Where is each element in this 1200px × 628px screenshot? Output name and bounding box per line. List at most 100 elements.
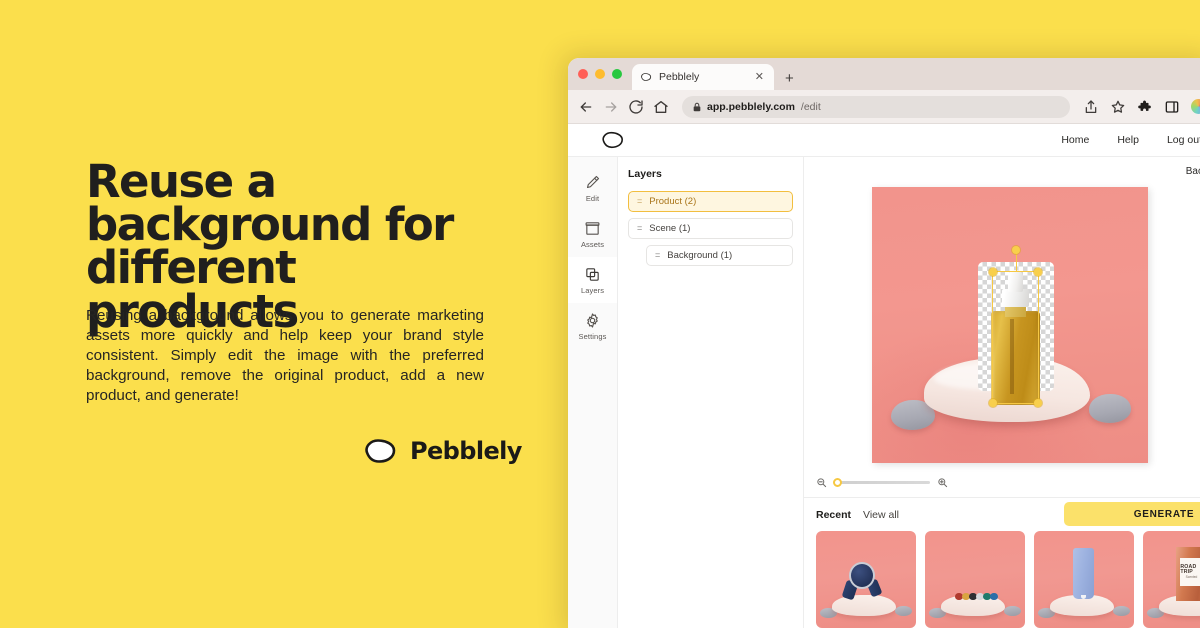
resize-handle-bottom-right[interactable] (1033, 398, 1042, 407)
rock-podium (832, 595, 896, 617)
app-body: Edit Assets Layers Settings Layers = Pro… (568, 157, 1200, 628)
resize-handle-top-left[interactable] (989, 268, 998, 277)
layer-label-product: Product (2) (649, 196, 697, 207)
pebble-right (1088, 394, 1132, 423)
view-all-link[interactable]: View all (863, 509, 899, 521)
cosmetic-tube (1073, 548, 1094, 599)
scene-image (872, 187, 1148, 463)
arrow-back-icon[interactable] (578, 99, 594, 115)
minimize-window-button[interactable] (595, 69, 605, 79)
pebble-logo-icon[interactable] (600, 131, 625, 149)
sidebar-item-settings-label: Settings (578, 331, 607, 341)
zoom-slider-thumb[interactable] (833, 478, 842, 487)
sidebar-item-edit[interactable]: Edit (568, 165, 617, 211)
resize-handle-bottom-left[interactable] (989, 398, 998, 407)
nav-home[interactable]: Home (1061, 134, 1089, 146)
gear-icon (587, 312, 598, 328)
drag-handle-icon[interactable]: = (655, 251, 660, 260)
zoom-in-icon[interactable] (937, 477, 948, 488)
app-nav: Home Help Log out (1061, 134, 1200, 146)
sidebar-item-settings[interactable]: Settings (568, 303, 617, 349)
tab-title: Pebblely (659, 71, 700, 83)
bracelet-bead (990, 593, 998, 601)
tube-cap (1080, 595, 1086, 599)
new-tab-button[interactable]: + (785, 71, 794, 86)
pebble-right (1004, 605, 1021, 617)
window-controls[interactable] (578, 58, 632, 90)
address-bar[interactable]: app.pebblely.com/edit (682, 95, 1070, 118)
box-label-subtitle: Scented (1185, 575, 1198, 580)
arrow-forward-icon[interactable] (603, 99, 619, 115)
selection-bounding-box[interactable] (989, 246, 1042, 407)
brand-lockup: Pebblely (362, 437, 522, 465)
marketing-body-text: Reusing a background allows you to gener… (86, 307, 484, 404)
layer-row-background[interactable]: = Background (1) (646, 245, 793, 266)
home-icon[interactable] (653, 99, 669, 115)
side-panel-icon[interactable] (1164, 99, 1180, 115)
browser-tab-strip: Pebblely ✕ + (568, 58, 1200, 90)
app-header: Home Help Log out (568, 124, 1200, 157)
pebble-right (1113, 605, 1130, 617)
layers-icon (586, 267, 599, 281)
zoom-slider-group[interactable] (816, 477, 948, 488)
headline-line-1: Reuse a (86, 155, 277, 208)
drag-handle-icon[interactable]: = (637, 224, 642, 233)
layers-panel-title: Layers (628, 168, 662, 180)
share-icon[interactable] (1083, 99, 1099, 115)
pebble-favicon-icon (641, 73, 652, 81)
product-box: ROAD TRIP Scented (1176, 546, 1200, 601)
nav-help[interactable]: Help (1117, 134, 1139, 146)
thumbnail-watch[interactable] (816, 531, 916, 628)
layer-label-scene: Scene (1) (649, 223, 691, 234)
close-window-button[interactable] (578, 69, 588, 79)
url-path: /edit (800, 100, 821, 113)
drag-handle-icon[interactable]: = (637, 197, 642, 206)
rotate-handle[interactable] (1011, 246, 1020, 255)
thumbnail-bracelet[interactable] (925, 531, 1025, 628)
url-host: app.pebblely.com (707, 100, 795, 113)
pebble-right (895, 605, 912, 617)
layers-panel: Layers = Product (2) = Scene (1) = Backg… (618, 157, 804, 628)
box-label-title: ROAD TRIP (1180, 563, 1197, 575)
layer-label-background: Background (1) (667, 250, 733, 261)
generate-button[interactable]: GENERATE (1064, 502, 1200, 526)
box-label: ROAD TRIP Scented (1180, 558, 1200, 586)
maximize-window-button[interactable] (612, 69, 622, 79)
canvas-area[interactable]: Back (804, 157, 1200, 498)
thumbnail-box[interactable]: ROAD TRIP Scented (1143, 531, 1200, 628)
recent-label: Recent (816, 508, 852, 521)
tool-rail: Edit Assets Layers Settings (568, 157, 618, 628)
back-link[interactable]: Back (1186, 166, 1200, 177)
close-icon[interactable]: ✕ (753, 70, 766, 85)
canvas-stage[interactable] (872, 187, 1148, 463)
sidebar-item-edit-label: Edit (585, 193, 600, 203)
puzzle-icon[interactable] (1137, 99, 1153, 115)
toolbar-actions (1083, 99, 1200, 115)
headline-line-2: background for (86, 198, 454, 252)
thumbnail-tube[interactable] (1034, 531, 1134, 628)
reload-icon[interactable] (628, 99, 644, 115)
recent-thumbnail-list: ROAD TRIP Scented (804, 531, 1200, 628)
canvas-column: Back (804, 157, 1200, 628)
browser-window: Pebblely ✕ + app.pebblely.com/edit Home … (568, 58, 1200, 628)
star-icon[interactable] (1110, 99, 1126, 115)
pebble-icon (365, 439, 396, 463)
profile-avatar-icon[interactable] (1191, 99, 1200, 114)
browser-toolbar: app.pebblely.com/edit (568, 90, 1200, 124)
sidebar-item-assets[interactable]: Assets (568, 211, 617, 257)
marketing-panel: Reuse a background for different product… (0, 0, 568, 628)
brush-icon (586, 175, 600, 188)
layer-row-scene[interactable]: = Scene (1) (628, 218, 793, 239)
nav-logout[interactable]: Log out (1167, 134, 1200, 146)
browser-tab[interactable]: Pebblely ✕ (632, 64, 774, 90)
zoom-out-icon[interactable] (816, 477, 827, 488)
pebblely-app: Home Help Log out Edit Assets Layers Set… (568, 124, 1200, 628)
zoom-slider-track[interactable] (833, 478, 930, 487)
sidebar-item-assets-label: Assets (580, 239, 605, 249)
box-icon (585, 221, 600, 235)
sidebar-item-layers[interactable]: Layers (568, 257, 617, 303)
lock-icon (693, 102, 701, 111)
brand-name: Pebblely (410, 437, 522, 465)
layer-row-product[interactable]: = Product (2) (628, 191, 793, 212)
watch-face (849, 562, 875, 590)
